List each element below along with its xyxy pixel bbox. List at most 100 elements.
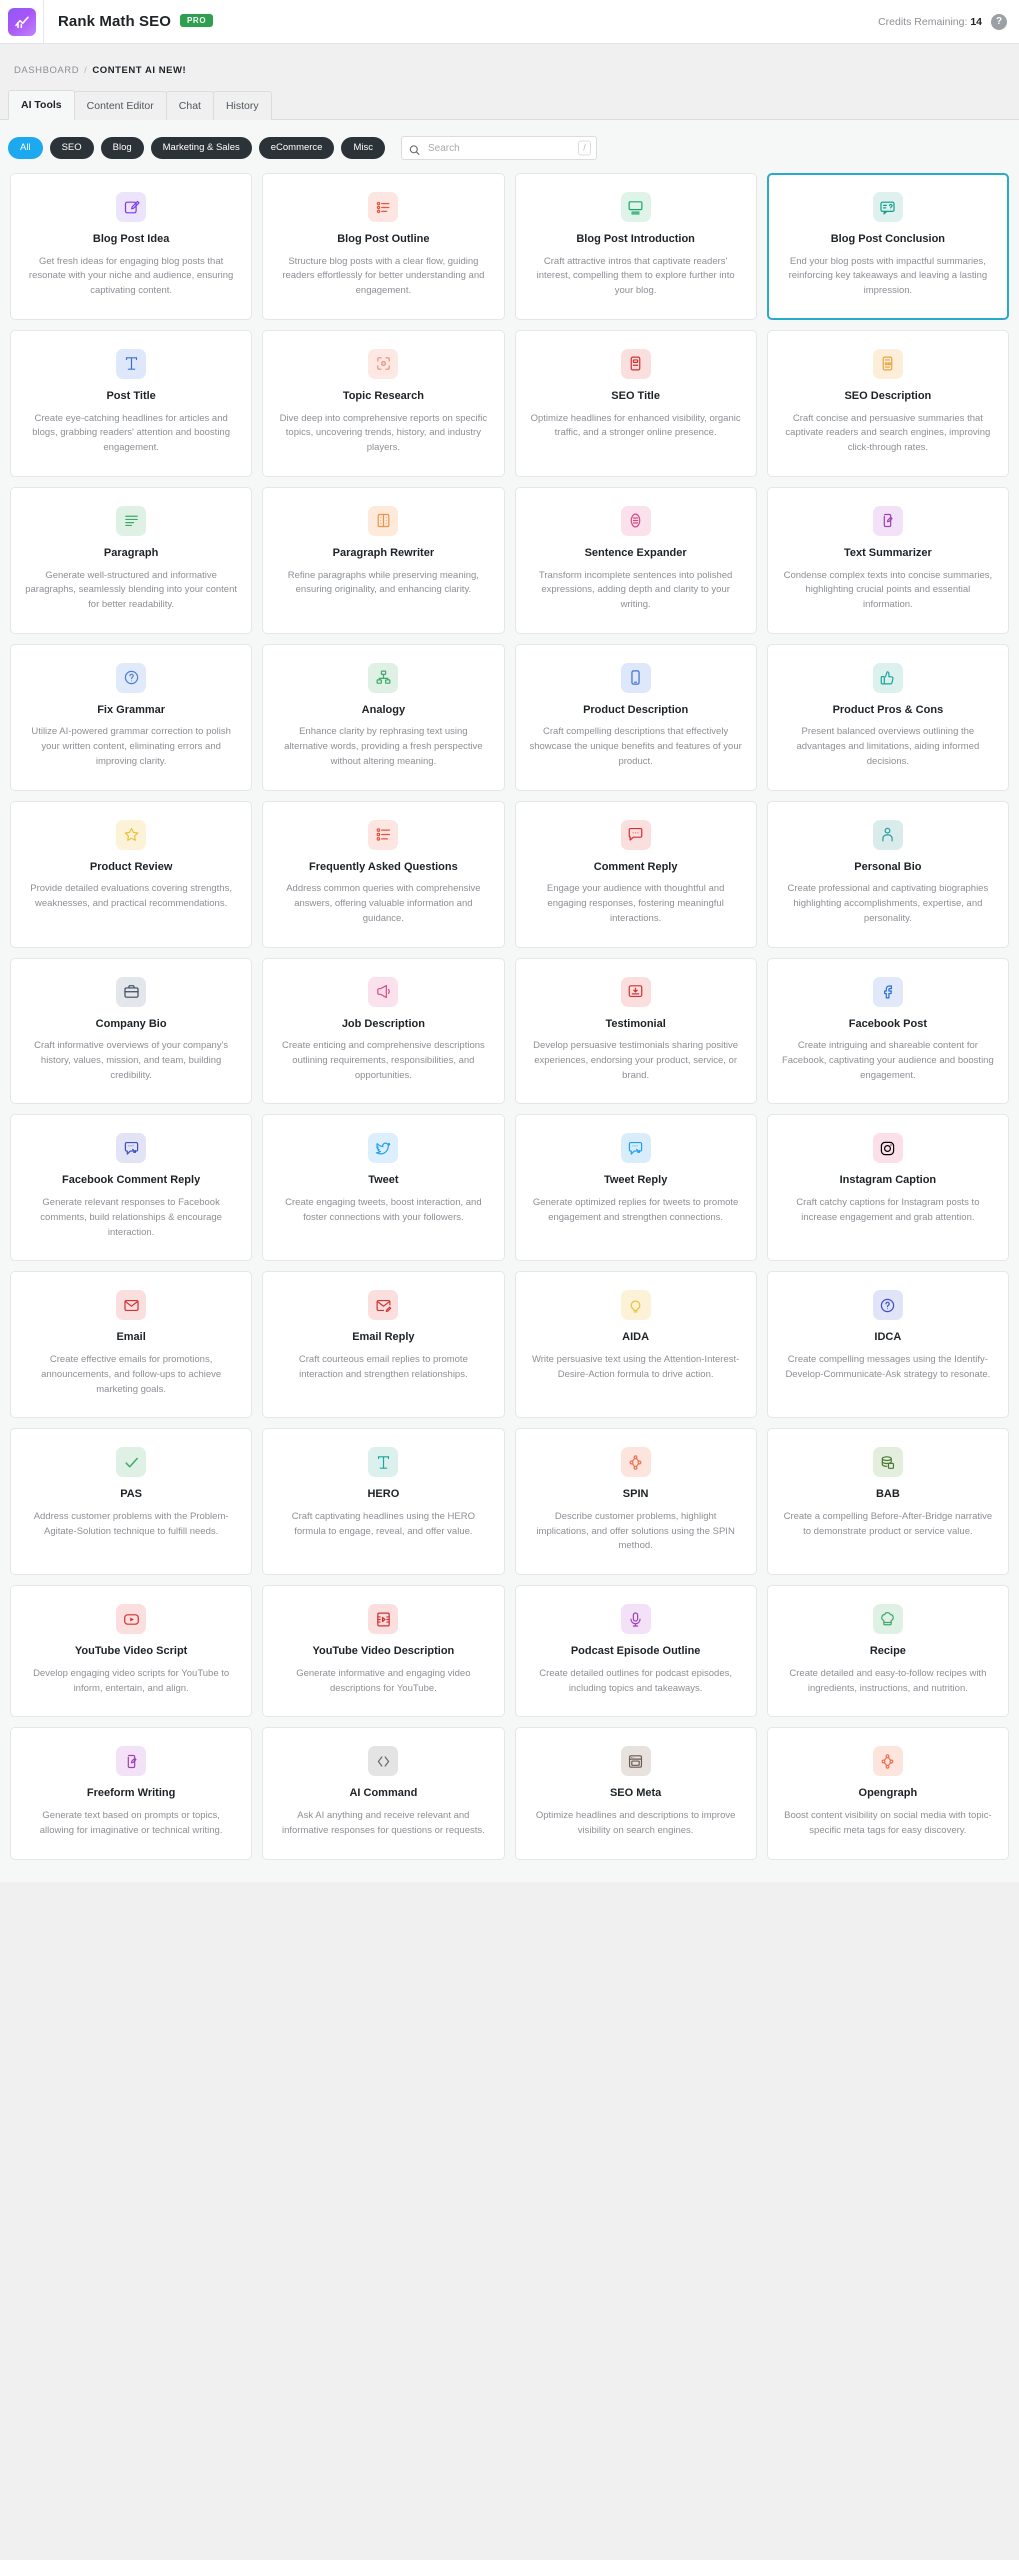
breadcrumb-current: CONTENT AI NEW!	[92, 65, 187, 76]
tool-card-freeform-writing[interactable]: Freeform Writing Generate text based on p…	[10, 1727, 253, 1860]
tool-card-seo-meta[interactable]: SEO Meta Optimize headlines and descripti…	[514, 1727, 757, 1860]
tool-card-youtube-video-script[interactable]: YouTube Video Script Develop engaging vid…	[10, 1585, 253, 1718]
tool-card-title: Personal Bio	[854, 860, 922, 873]
tool-card-description: Create professional and captivating biog…	[787, 883, 989, 924]
tool-card-title: Sentence Expander	[584, 546, 687, 559]
tool-card-title: Blog Post Introduction	[576, 233, 695, 245]
tool-card-bab[interactable]: BAB Create a compelling Before-After-Brid…	[766, 1428, 1009, 1576]
tool-card-blog-post-idea[interactable]: Blog Post Idea Get fresh ideas for engagi…	[10, 173, 253, 320]
tool-card-title: Analogy	[361, 703, 406, 716]
tool-card-topic-research[interactable]: Topic Research Dive deep into comprehensi…	[262, 329, 505, 477]
tool-card-comment-reply[interactable]: Comment Reply Engage your audience with t…	[514, 800, 757, 948]
tool-card-company-bio[interactable]: Company Bio Craft informative overviews o…	[10, 957, 253, 1105]
tool-card-title: Text Summarizer	[843, 546, 932, 559]
tool-card-blog-post-introduction[interactable]: Blog Post Introduction Craft attractive i…	[514, 173, 757, 320]
envelope-edit-icon	[368, 1290, 399, 1321]
tool-card-blog-post-outline[interactable]: Blog Post Outline Structure blog posts wi…	[262, 173, 505, 320]
tool-card-title: Paragraph Rewriter	[332, 546, 435, 559]
tool-card-paragraph-rewriter[interactable]: Paragraph Rewriter Refine paragraphs whil…	[262, 486, 505, 634]
tool-card-title: Podcast Episode Outline	[570, 1645, 701, 1658]
tool-card-blog-post-conclusion[interactable]: Blog Post Conclusion End your blog posts …	[766, 173, 1009, 320]
tab-chat[interactable]: Chat	[165, 91, 214, 120]
summarize-doc-icon	[872, 505, 903, 536]
breadcrumb-root[interactable]: DASHBOARD	[14, 65, 79, 76]
chef-hat-icon	[872, 1604, 903, 1635]
tool-card-description: Craft captivating headlines using the HE…	[291, 1511, 475, 1537]
code-brackets-icon	[368, 1746, 399, 1777]
tool-card-email-reply[interactable]: Email Reply Craft courteous email replies…	[262, 1271, 505, 1419]
tool-card-seo-description[interactable]: SEO Description Craft concise and persuas…	[766, 329, 1009, 477]
tab-history[interactable]: History	[212, 91, 272, 120]
tool-card-tweet-reply[interactable]: Tweet Reply Generate optimized replies fo…	[514, 1114, 757, 1262]
tool-card-title: AI Command	[349, 1787, 418, 1800]
filter-bar: All SEO Blog Marketing & Sales eCommerce Misc…	[0, 120, 1019, 173]
ordered-list-icon	[368, 192, 399, 222]
tool-card-product-pros-cons[interactable]: Product Pros & Cons Present balanced over…	[766, 643, 1009, 791]
tool-card-job-description[interactable]: Job Description Create enticing and compr…	[262, 957, 505, 1105]
filter-chip-blog[interactable]: Blog	[100, 136, 144, 160]
tool-card-description: Craft informative overviews of your comp…	[34, 1040, 229, 1081]
tool-card-description: Provide detailed evaluations covering st…	[30, 883, 232, 910]
filter-chip-ecommerce[interactable]: eCommerce	[258, 136, 335, 160]
help-icon[interactable]: ?	[991, 13, 1007, 30]
tool-card-instagram-caption[interactable]: Instagram Caption Craft catchy captions f…	[766, 1114, 1009, 1262]
tool-card-title: IDCA	[874, 1331, 902, 1344]
tool-card-testimonial[interactable]: Testimonial Develop persuasive testimonia…	[514, 957, 757, 1105]
tool-card-description: Craft courteous email replies to promote…	[298, 1354, 468, 1380]
tool-card-title: Product Description	[583, 703, 689, 716]
tool-card-tweet[interactable]: Tweet Create engaging tweets, boost inter…	[262, 1114, 505, 1262]
filter-chip-marketing-sales[interactable]: Marketing & Sales	[150, 136, 252, 160]
tool-card-youtube-video-description[interactable]: YouTube Video Description Generate inform…	[262, 1585, 505, 1718]
tool-card-pas[interactable]: PAS Address customer problems with the Pr…	[10, 1428, 253, 1576]
tool-card-aida[interactable]: AIDA Write persuasive text using the Atte…	[514, 1271, 757, 1419]
tool-card-ai-command[interactable]: AI Command Ask AI anything and receive re…	[262, 1727, 505, 1860]
tool-card-description: Optimize headlines for enhanced visibili…	[530, 412, 741, 439]
tool-card-podcast-episode-outline[interactable]: Podcast Episode Outline Create detailed o…	[514, 1585, 757, 1718]
filter-chip-all[interactable]: All	[8, 136, 43, 160]
tool-card-description: Enhance clarity by rephrasing text using…	[284, 726, 483, 767]
star-icon	[116, 819, 147, 850]
search-input[interactable]	[401, 136, 598, 160]
tool-card-facebook-comment-reply[interactable]: Facebook Comment Reply Generate relevant …	[10, 1114, 253, 1262]
tool-card-title: SEO Meta	[609, 1787, 662, 1800]
tool-card-hero[interactable]: HERO Craft captivating headlines using th…	[262, 1428, 505, 1576]
tool-card-description: Craft compelling descriptions that effec…	[529, 726, 742, 767]
tool-card-paragraph[interactable]: Paragraph Generate well-structured and in…	[10, 486, 253, 634]
tool-card-spin[interactable]: SPIN Describe customer problems, highligh…	[514, 1428, 757, 1576]
tool-card-text-summarizer[interactable]: Text Summarizer Condense complex texts in…	[766, 486, 1009, 634]
tool-card-idca[interactable]: IDCA Create compelling messages using the…	[766, 1271, 1009, 1419]
tool-card-description: Create compelling messages using the Ide…	[785, 1354, 991, 1380]
twitter-bird-icon	[368, 1133, 399, 1164]
tab-ai-tools[interactable]: AI Tools	[8, 90, 75, 120]
check-icon	[116, 1447, 147, 1478]
filter-chip-misc[interactable]: Misc	[341, 136, 386, 160]
tool-card-title: Post Title	[106, 389, 156, 402]
tool-card-product-description[interactable]: Product Description Craft compelling desc…	[514, 643, 757, 791]
tool-card-sentence-expander[interactable]: Sentence Expander Transform incomplete se…	[514, 486, 757, 634]
tool-card-title: Testimonial	[605, 1017, 666, 1030]
ai-tools-grid: Blog Post Idea Get fresh ideas for engagi…	[0, 173, 1019, 1860]
text-cursor-icon	[368, 1447, 399, 1478]
tool-card-description: Address customer problems with the Probl…	[33, 1511, 229, 1537]
tab-content-editor[interactable]: Content Editor	[73, 91, 167, 120]
tool-card-opengraph[interactable]: Opengraph Boost content visibility on soc…	[766, 1727, 1009, 1860]
tool-card-frequently-asked-questions[interactable]: Frequently Asked Questions Address common…	[262, 800, 505, 948]
tool-card-description: Present balanced overviews outlining the…	[796, 726, 980, 767]
tool-card-post-title[interactable]: Post Title Create eye-catching headlines …	[10, 329, 253, 477]
tool-card-seo-title[interactable]: SEO Title Optimize headlines for enhanced…	[514, 329, 757, 477]
stack-layers-icon	[872, 1447, 903, 1478]
rank-math-logo-icon	[7, 7, 36, 36]
tool-card-description: Condense complex texts into concise summ…	[783, 569, 993, 610]
tool-card-title: Opengraph	[858, 1787, 918, 1800]
tool-card-personal-bio[interactable]: Personal Bio Create professional and capt…	[766, 800, 1009, 948]
tool-card-product-review[interactable]: Product Review Provide detailed evaluatio…	[10, 800, 253, 948]
youtube-icon	[116, 1604, 147, 1635]
filter-chip-seo[interactable]: SEO	[49, 136, 94, 160]
tool-card-recipe[interactable]: Recipe Create detailed and easy-to-follow…	[766, 1585, 1009, 1718]
tool-card-fix-grammar[interactable]: Fix Grammar Utilize AI-powered grammar co…	[10, 643, 253, 791]
tool-card-title: Company Bio	[95, 1017, 167, 1030]
tool-card-email[interactable]: Email Create effective emails for promoti…	[10, 1271, 253, 1419]
tool-card-analogy[interactable]: Analogy Enhance clarity by rephrasing tex…	[262, 643, 505, 791]
tool-card-facebook-post[interactable]: Facebook Post Create intriguing and share…	[766, 957, 1009, 1105]
instagram-icon	[872, 1133, 903, 1164]
